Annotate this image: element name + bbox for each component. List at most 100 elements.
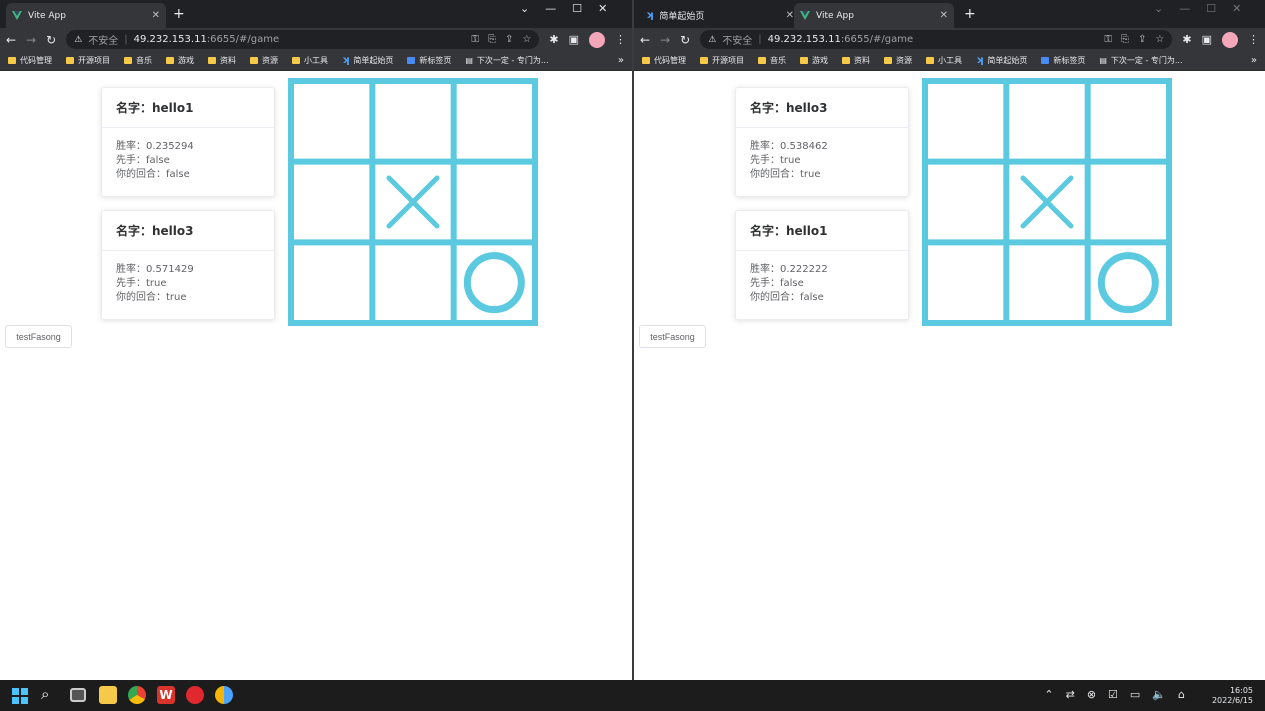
clock[interactable]: 16:05 2022/6/15	[1212, 686, 1253, 706]
menu-icon[interactable]: ⋮	[615, 33, 626, 46]
network-icon[interactable]: ⌂	[1178, 688, 1185, 701]
board-cell[interactable]	[1006, 81, 1087, 162]
bookmark-item[interactable]: 资源	[884, 55, 912, 66]
maximize-button[interactable]: ☐	[572, 2, 582, 15]
menu-icon[interactable]: ⋮	[1248, 33, 1259, 46]
bookmark-item[interactable]: 新标签页	[1041, 55, 1085, 66]
bookmark-item[interactable]: ▤ 下次一定 - 专门为...	[1099, 55, 1182, 66]
bookmark-item[interactable]: 代码管理	[642, 55, 686, 66]
tic-tac-toe-board[interactable]	[922, 78, 1172, 326]
more-bookmarks-icon[interactable]: »	[1251, 55, 1257, 66]
minimize-button[interactable]: —	[1179, 2, 1190, 15]
bookmark-item[interactable]: 新标签页	[407, 55, 451, 66]
clock-time: 16:05	[1229, 686, 1253, 695]
bookmark-item[interactable]: 资源	[250, 55, 278, 66]
translate-icon[interactable]: ⎘	[488, 34, 496, 45]
forward-icon[interactable]: →	[26, 33, 36, 47]
chevron-up-icon[interactable]: ⌃	[1044, 688, 1053, 701]
chrome-icon[interactable]	[128, 686, 146, 704]
bookmark-star-icon[interactable]: ☆	[1155, 34, 1164, 45]
circle-close-icon[interactable]: ⊗	[1087, 688, 1096, 701]
bookmark-item[interactable]: 代码管理	[8, 55, 52, 66]
bookmark-item[interactable]: 资料	[208, 55, 236, 66]
board-cell[interactable]	[925, 81, 1006, 162]
board-cell[interactable]	[291, 81, 372, 162]
forward-icon[interactable]: →	[660, 33, 670, 47]
profile-avatar[interactable]	[589, 31, 605, 48]
new-tab-button[interactable]: +	[964, 6, 976, 22]
board-cell[interactable]	[925, 162, 1006, 243]
bookmark-item[interactable]: 开源项目	[700, 55, 744, 66]
extensions-icon[interactable]: ✱	[1182, 33, 1191, 46]
display-icon[interactable]: ▭	[1130, 688, 1140, 701]
board-cell[interactable]	[1006, 242, 1087, 323]
board-cell[interactable]	[291, 242, 372, 323]
tab-vite-app[interactable]: Vite App ✕	[6, 3, 166, 28]
reload-icon[interactable]: ↻	[46, 33, 56, 47]
board-cell[interactable]	[291, 162, 372, 243]
maximize-button[interactable]: ☐	[1206, 2, 1216, 15]
close-tab-icon[interactable]: ✕	[940, 10, 948, 21]
bookmark-item[interactable]: 开源项目	[66, 55, 110, 66]
key-icon[interactable]: ⚿	[471, 34, 479, 45]
test-fasong-button[interactable]: testFasong	[639, 325, 706, 348]
sync-icon[interactable]: ⇄	[1066, 688, 1075, 701]
file-explorer-icon[interactable]	[99, 686, 117, 704]
bookmark-item[interactable]: 小工具	[926, 55, 962, 66]
address-path: :6655/#/game	[206, 34, 280, 45]
board-cell[interactable]	[925, 242, 1006, 323]
bookmark-item[interactable]: 资料	[842, 55, 870, 66]
tab-search-icon[interactable]: ⌄	[1154, 2, 1163, 15]
bookmark-item[interactable]: 小工具	[292, 55, 328, 66]
back-icon[interactable]: ←	[640, 33, 650, 47]
your-turn: 你的回合：true	[750, 169, 821, 180]
bookmark-item[interactable]: 音乐	[124, 55, 152, 66]
board-cell[interactable]	[1088, 81, 1169, 162]
key-icon[interactable]: ⚿	[1104, 34, 1112, 45]
player-name: 名字：hello1	[736, 211, 908, 251]
test-fasong-button[interactable]: testFasong	[5, 325, 72, 348]
board-cell[interactable]	[372, 81, 453, 162]
volume-icon[interactable]: 🔈	[1152, 688, 1166, 701]
bookmark-item[interactable]: 游戏	[166, 55, 194, 66]
tab-start-page[interactable]: ʞ 简单起始页 ✕	[640, 3, 800, 28]
board-cell[interactable]	[454, 162, 535, 243]
side-panel-icon[interactable]: ▣	[569, 33, 579, 46]
share-icon[interactable]: ⇪	[1138, 34, 1146, 45]
board-cell[interactable]	[1088, 162, 1169, 243]
back-icon[interactable]: ←	[6, 33, 16, 47]
tab-search-icon[interactable]: ⌄	[520, 2, 529, 15]
board-cell[interactable]	[454, 81, 535, 162]
bookmark-item[interactable]: ▤ 下次一定 - 专门为...	[465, 55, 548, 66]
search-icon[interactable]: ⌕	[41, 685, 59, 703]
reload-icon[interactable]: ↻	[680, 33, 690, 47]
task-view-icon[interactable]	[70, 688, 86, 702]
extensions-icon[interactable]: ✱	[549, 33, 558, 46]
side-panel-icon[interactable]: ▣	[1202, 33, 1212, 46]
bookmark-item[interactable]: ʞ 简单起始页	[342, 55, 393, 66]
start-icon[interactable]	[12, 688, 28, 704]
checkbox-icon[interactable]: ☑	[1108, 688, 1118, 701]
address-bar[interactable]: ⚠ 不安全 | 49.232.153.11:6655/#/game ⚿ ⎘ ⇪ …	[66, 30, 540, 49]
profile-avatar[interactable]	[1222, 31, 1238, 48]
address-bar[interactable]: ⚠ 不安全 | 49.232.153.11:6655/#/game ⚿ ⎘ ⇪ …	[700, 30, 1173, 49]
bookmark-item[interactable]: 游戏	[800, 55, 828, 66]
more-bookmarks-icon[interactable]: »	[618, 55, 624, 66]
share-icon[interactable]: ⇪	[505, 34, 513, 45]
wps-icon[interactable]: W	[157, 686, 175, 704]
new-tab-button[interactable]: +	[173, 6, 185, 22]
tic-tac-toe-board[interactable]	[288, 78, 538, 326]
close-tab-icon[interactable]: ✕	[152, 10, 160, 21]
bookmark-star-icon[interactable]: ☆	[522, 34, 531, 45]
paint-icon[interactable]	[215, 686, 233, 704]
close-window-button[interactable]: ✕	[1232, 2, 1241, 15]
bookmark-item[interactable]: ʞ 简单起始页	[976, 55, 1027, 66]
bookmark-item[interactable]: 音乐	[758, 55, 786, 66]
netease-music-icon[interactable]	[186, 686, 204, 704]
board-cell[interactable]	[372, 242, 453, 323]
tab-vite-app[interactable]: Vite App ✕	[794, 3, 954, 28]
close-window-button[interactable]: ✕	[598, 2, 607, 15]
minimize-button[interactable]: —	[545, 2, 556, 15]
translate-icon[interactable]: ⎘	[1121, 34, 1129, 45]
close-tab-icon[interactable]: ✕	[786, 10, 794, 21]
